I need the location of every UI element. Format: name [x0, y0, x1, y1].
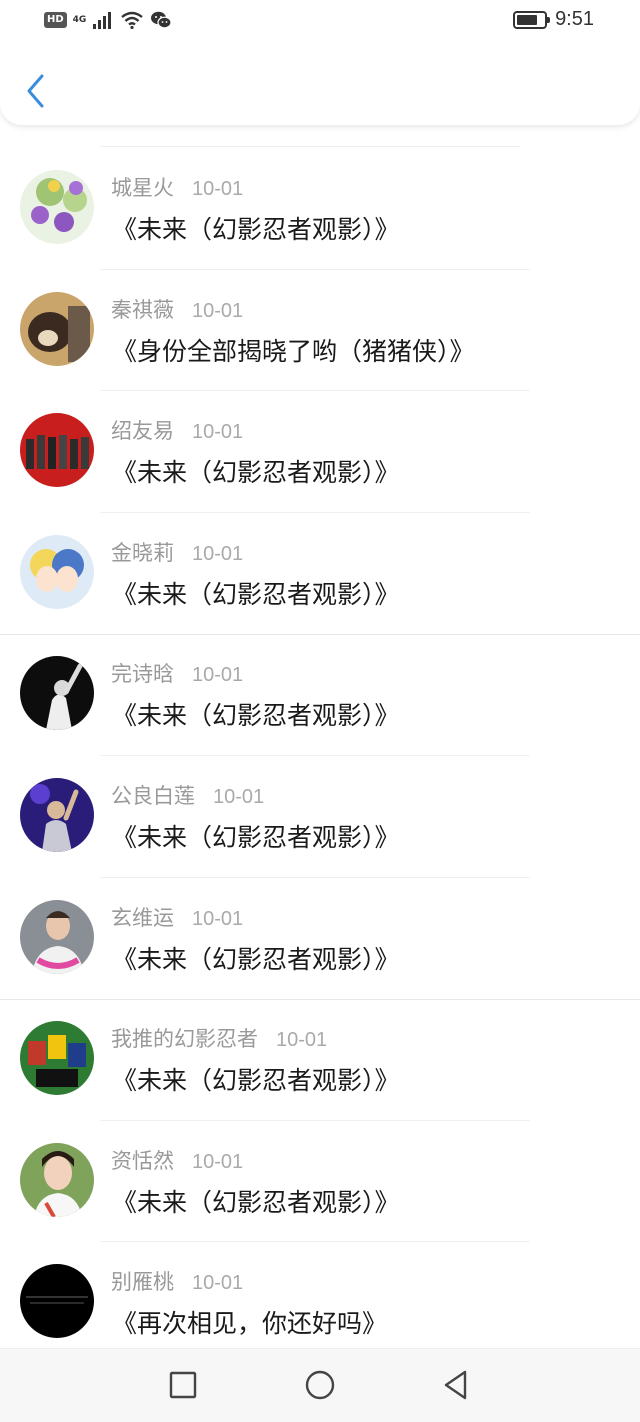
list-item[interactable]: 完诗晗 10-01 《未来（幻影忍者观影）》 — [0, 634, 640, 756]
clock: 9:51 — [555, 8, 594, 30]
status-bar: HD 4G 9:51 — [0, 0, 640, 44]
signal-icon — [93, 12, 112, 29]
avatar[interactable] — [20, 778, 94, 852]
list-item[interactable]: 秦祺薇 10-01 《身份全部揭晓了哟（猪猪侠）》 — [0, 270, 640, 392]
avatar[interactable] — [20, 1021, 94, 1096]
item-meta: 城星火 10-01 — [111, 172, 243, 202]
post-date: 10-01 — [192, 1272, 244, 1295]
app-header: HD 4G 9:51 — [0, 0, 640, 125]
post-title[interactable]: 《未来（幻影忍者观影）》 — [112, 696, 400, 732]
avatar[interactable] — [20, 1142, 94, 1217]
battery-icon — [513, 10, 551, 29]
post-title[interactable]: 《未来（幻影忍者观影）》 — [112, 210, 400, 246]
list-item[interactable]: 绍友易 10-01 《未来（幻影忍者观影）》 — [0, 391, 640, 513]
author-name[interactable]: 公良白莲 — [111, 780, 195, 810]
battery-level — [517, 14, 538, 25]
post-date: 10-01 — [192, 1150, 244, 1173]
back-button[interactable] — [18, 70, 54, 114]
post-date: 10-01 — [213, 786, 265, 808]
avatar[interactable] — [20, 656, 94, 731]
author-name[interactable]: 我推的幻影忍者 — [111, 1023, 258, 1053]
author-name[interactable]: 别雁桃 — [111, 1266, 174, 1296]
home-button[interactable] — [298, 1365, 342, 1405]
triangle-back-icon — [444, 1370, 467, 1400]
post-date: 10-01 — [192, 421, 244, 444]
list-item[interactable]: 别雁桃 10-01 《再次相见，你还好吗》 — [0, 1242, 640, 1348]
item-meta: 公良白莲 10-01 — [111, 780, 264, 810]
post-title[interactable]: 《未来（幻影忍者观影）》 — [112, 1183, 400, 1219]
recents-button[interactable] — [161, 1365, 205, 1405]
divider — [100, 146, 520, 147]
author-name[interactable]: 资恬然 — [111, 1145, 174, 1175]
item-meta: 玄维运 10-01 — [111, 902, 243, 932]
avatar[interactable] — [20, 534, 94, 609]
network-type: 4G — [72, 14, 87, 25]
author-name[interactable]: 秦祺薇 — [111, 294, 174, 324]
item-meta: 绍友易 10-01 — [111, 415, 243, 445]
list-item[interactable]: 资恬然 10-01 《未来（幻影忍者观影）》 — [0, 1121, 640, 1243]
author-name[interactable]: 完诗晗 — [111, 658, 174, 688]
author-name[interactable]: 玄维运 — [111, 902, 174, 932]
post-date: 10-01 — [192, 178, 244, 200]
item-meta: 完诗晗 10-01 — [111, 658, 243, 688]
list-item[interactable]: 我推的幻影忍者 10-01 《未来（幻影忍者观影）》 — [0, 999, 640, 1121]
avatar[interactable] — [20, 413, 94, 488]
item-meta: 我推的幻影忍者 10-01 — [111, 1023, 327, 1053]
item-meta: 资恬然 10-01 — [111, 1145, 243, 1175]
author-name[interactable]: 城星火 — [111, 172, 174, 202]
status-left: HD 4G — [44, 10, 172, 30]
nav-back-button[interactable] — [434, 1365, 478, 1405]
post-title[interactable]: 《身份全部揭晓了哟（猪猪侠）》 — [112, 332, 475, 368]
item-meta: 别雁桃 10-01 — [111, 1266, 243, 1296]
author-name[interactable]: 金晓莉 — [111, 537, 174, 567]
post-title[interactable]: 《未来（幻影忍者观影）》 — [112, 940, 400, 976]
avatar[interactable] — [20, 170, 94, 244]
hd-badge: HD — [44, 12, 67, 28]
post-title[interactable]: 《未来（幻影忍者观影）》 — [112, 1061, 400, 1097]
circle-icon — [305, 1370, 335, 1400]
post-date: 10-01 — [192, 299, 244, 322]
post-date: 10-01 — [192, 907, 244, 930]
post-date: 10-01 — [192, 664, 244, 687]
post-title[interactable]: 《未来（幻影忍者观影）》 — [112, 453, 400, 489]
wechat-icon — [151, 11, 172, 29]
avatar[interactable] — [20, 1264, 94, 1339]
list-item[interactable]: 玄维运 10-01 《未来（幻影忍者观影）》 — [0, 878, 640, 1000]
item-meta: 秦祺薇 10-01 — [111, 294, 243, 324]
avatar[interactable] — [20, 899, 94, 974]
avatar[interactable] — [20, 291, 94, 366]
chevron-left-icon — [27, 74, 44, 108]
post-title[interactable]: 《未来（幻影忍者观影）》 — [112, 818, 400, 854]
item-meta: 金晓莉 10-01 — [111, 537, 243, 567]
post-title[interactable]: 《再次相见，你还好吗》 — [112, 1304, 387, 1340]
system-nav-bar — [0, 1348, 640, 1422]
status-right: 9:51 — [513, 8, 594, 31]
post-title[interactable]: 《未来（幻影忍者观影）》 — [112, 575, 400, 611]
message-list[interactable]: 城星火 10-01 《未来（幻影忍者观影）》 秦祺薇 10-01 《身份全部揭晓… — [0, 126, 640, 1348]
square-icon — [169, 1371, 197, 1399]
post-date: 10-01 — [276, 1029, 328, 1052]
post-date: 10-01 — [192, 542, 244, 565]
author-name[interactable]: 绍友易 — [111, 415, 174, 445]
list-item[interactable]: 金晓莉 10-01 《未来（幻影忍者观影）》 — [0, 513, 640, 635]
list-item[interactable]: 城星火 10-01 《未来（幻影忍者观影）》 — [0, 148, 640, 270]
wifi-icon — [121, 11, 144, 29]
list-item[interactable]: 公良白莲 10-01 《未来（幻影忍者观影）》 — [0, 756, 640, 878]
